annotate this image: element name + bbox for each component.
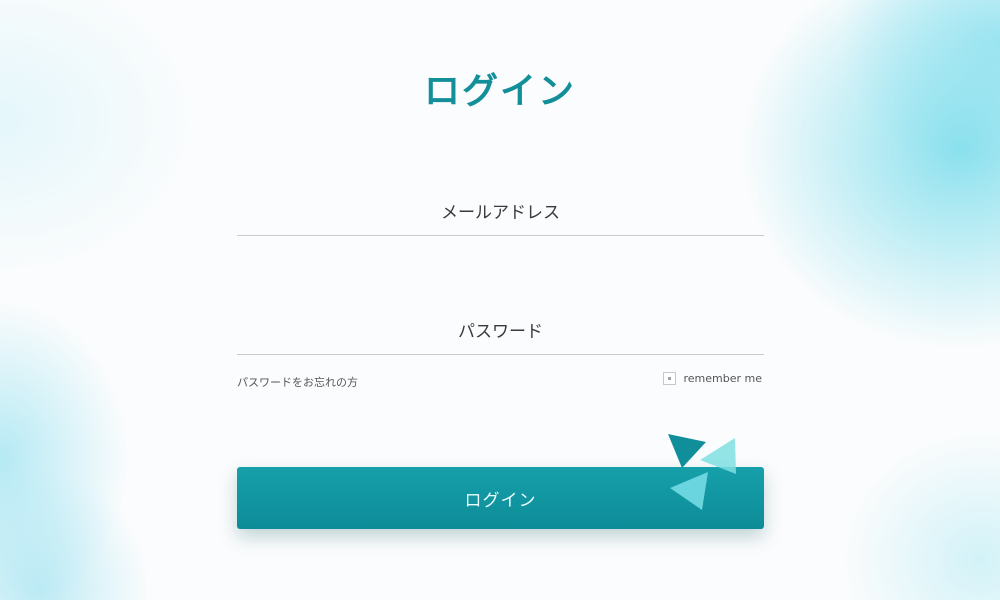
remember-me-label: remember me: [683, 372, 763, 385]
email-field-container: [237, 191, 764, 236]
password-field[interactable]: [237, 310, 764, 354]
password-field-container: [237, 310, 764, 355]
forgot-password-link[interactable]: パスワードをお忘れの方: [237, 374, 358, 390]
paper-triangles-decoration-icon: [668, 434, 736, 510]
email-field[interactable]: [237, 191, 764, 235]
remember-me: remember me: [662, 372, 763, 385]
triangle-light-icon: [700, 438, 736, 474]
triangle-dark-icon: [668, 434, 706, 468]
page-title: ログイン: [423, 71, 576, 112]
triangle-mid-icon: [670, 472, 708, 510]
remember-me-checkbox[interactable]: [662, 372, 676, 385]
